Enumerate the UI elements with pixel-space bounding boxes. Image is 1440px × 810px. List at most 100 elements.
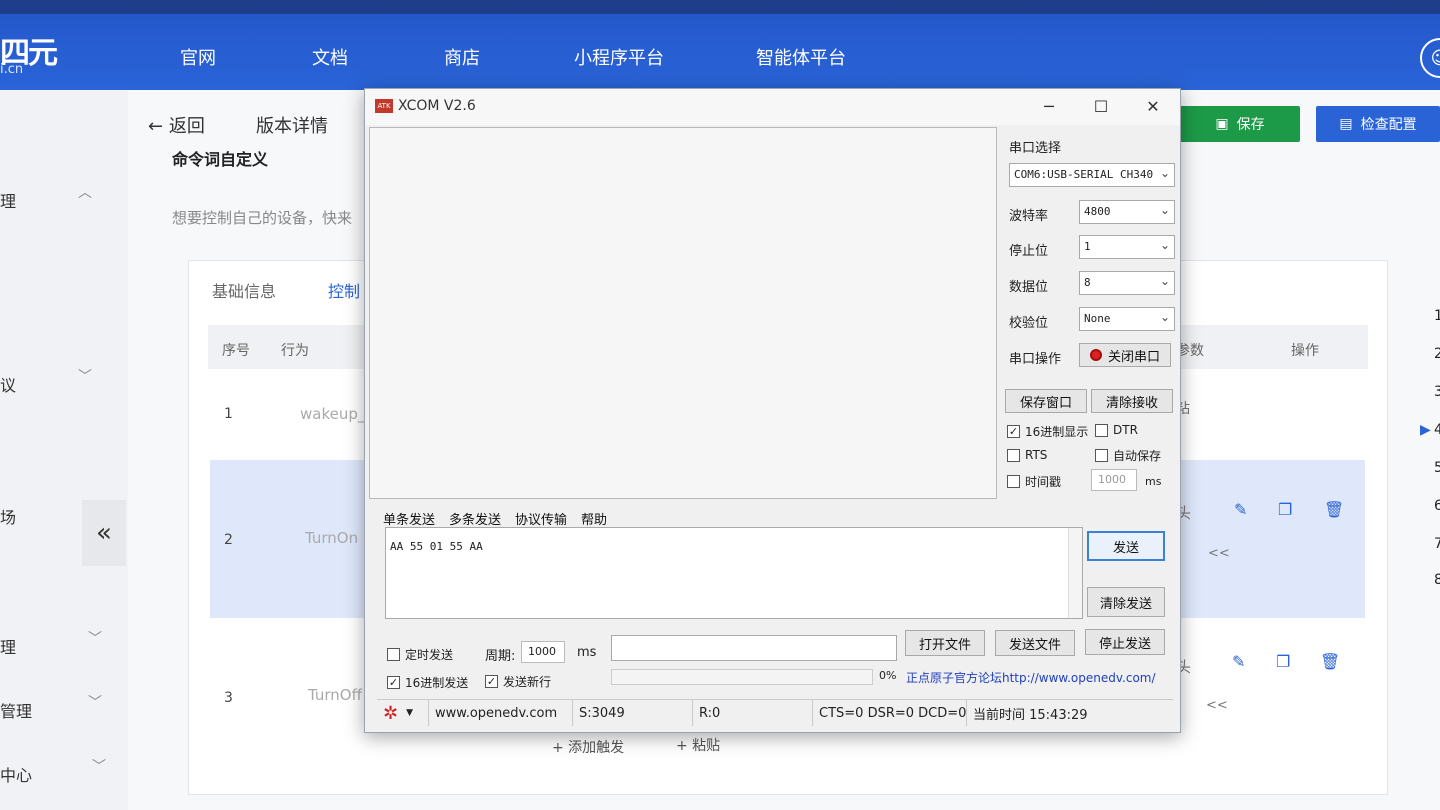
tab-control[interactable]: 控制: [328, 278, 360, 302]
tab-single-send[interactable]: 单条发送: [383, 509, 435, 529]
edit-icon[interactable]: ✎: [1232, 652, 1245, 671]
timestamp-checkbox[interactable]: 时间戳: [1007, 473, 1061, 490]
tab-protocol[interactable]: 协议传输: [515, 509, 567, 529]
index-num[interactable]: 3: [1434, 384, 1440, 400]
check-icon: ✓: [387, 676, 400, 689]
tab-multi-send[interactable]: 多条发送: [449, 509, 501, 529]
check-label: 检查配置: [1360, 117, 1417, 133]
index-num[interactable]: 5: [1434, 460, 1440, 476]
receive-area[interactable]: [369, 127, 997, 499]
clear-receive-button[interactable]: 清除接收: [1091, 389, 1173, 413]
maximize-icon[interactable]: ☐: [1083, 95, 1119, 119]
back-button[interactable]: ← 返回: [148, 112, 205, 138]
chevron-down-icon[interactable]: ﹀: [88, 692, 102, 712]
chevron-down-icon[interactable]: ﹀: [88, 628, 102, 648]
expand-toggle[interactable]: <<: [1208, 546, 1230, 561]
nav-store[interactable]: 商店: [444, 44, 480, 70]
parity-select[interactable]: None ⌄: [1079, 307, 1175, 331]
window-titlebar[interactable]: ATK XCOM V2.6 ─ ☐ ✕: [365, 89, 1180, 125]
sidebar-item-4[interactable]: 理: [0, 634, 16, 658]
index-num[interactable]: 8: [1434, 572, 1440, 588]
copy-icon[interactable]: ❐: [1276, 652, 1290, 671]
tab-basic-info[interactable]: 基础信息: [212, 278, 276, 302]
index-num[interactable]: 2: [1434, 346, 1440, 362]
add-trigger-link[interactable]: + 添加触发: [552, 737, 624, 757]
tab-help[interactable]: 帮助: [581, 509, 607, 529]
stop-bits-value: 1: [1084, 240, 1091, 253]
status-line-signals: CTS=0 DSR=0 DCD=0: [813, 700, 967, 726]
hex-send-checkbox[interactable]: ✓ 16进制发送: [387, 674, 468, 691]
stop-bits-label: 停止位: [1009, 244, 1049, 259]
nav-home[interactable]: 官网: [180, 44, 216, 70]
page-title: 版本详情: [256, 116, 328, 137]
sidebar-collapse-button[interactable]: «: [82, 500, 126, 566]
minimize-icon[interactable]: ─: [1031, 95, 1067, 119]
chevron-down-icon: ⌄: [1159, 310, 1170, 324]
row-number: 3: [224, 690, 233, 706]
period-input[interactable]: 1000: [521, 641, 565, 663]
behavior-field[interactable]: TurnOff: [308, 686, 362, 704]
sidebar-item-5[interactable]: 管理: [0, 698, 32, 722]
parity-label: 校验位: [1009, 316, 1049, 331]
sidebar-item-3[interactable]: 场: [0, 504, 16, 528]
save-window-button[interactable]: 保存窗口: [1005, 389, 1087, 413]
checkbox-box: [1007, 475, 1020, 488]
expand-toggle[interactable]: <<: [1206, 698, 1228, 713]
clear-send-button[interactable]: 清除发送: [1087, 587, 1165, 617]
chevron-down-icon: ⌄: [1159, 274, 1170, 288]
baud-select[interactable]: 4800 ⌄: [1079, 200, 1175, 224]
file-path-input[interactable]: [611, 635, 897, 661]
dropdown-arrow-icon: ▼: [406, 708, 414, 718]
check-config-button[interactable]: ▤ 检查配置: [1316, 106, 1440, 142]
hex-display-checkbox[interactable]: ✓ 16进制显示: [1007, 423, 1088, 440]
auto-save-checkbox[interactable]: 自动保存: [1095, 447, 1161, 464]
paste-link[interactable]: + 粘贴: [676, 735, 720, 755]
chevron-down-icon[interactable]: ﹀: [92, 756, 106, 776]
close-port-button[interactable]: 关闭串口: [1079, 343, 1171, 367]
close-icon[interactable]: ✕: [1135, 95, 1171, 119]
port-select[interactable]: COM6:USB-SERIAL CH340 ⌄: [1009, 163, 1175, 187]
sidebar-item-2[interactable]: 议: [0, 372, 16, 396]
forum-link[interactable]: 正点原子官方论坛http://www.openedv.com/: [906, 669, 1156, 686]
stop-send-button[interactable]: 停止发送: [1085, 629, 1165, 655]
send-textarea[interactable]: AA 55 01 55 AA: [385, 527, 1083, 619]
sidebar-item-6[interactable]: 中心: [0, 762, 32, 786]
nav-agent-platform[interactable]: 智能体平台: [756, 44, 846, 70]
send-button[interactable]: 发送: [1087, 531, 1165, 561]
index-num[interactable]: 7: [1434, 536, 1440, 552]
data-bits-select[interactable]: 8 ⌄: [1079, 271, 1175, 295]
check-icon: ✓: [1007, 425, 1020, 438]
save-button[interactable]: ▣ 保存: [1180, 106, 1300, 142]
timed-send-checkbox[interactable]: 定时发送: [387, 646, 453, 663]
nav-miniprogram[interactable]: 小程序平台: [574, 44, 664, 70]
behavior-field[interactable]: TurnOn: [305, 529, 358, 547]
parity-value: None: [1084, 312, 1111, 325]
index-num[interactable]: 1: [1434, 308, 1440, 324]
index-num[interactable]: 6: [1434, 498, 1440, 514]
rts-label: RTS: [1025, 448, 1048, 462]
delete-icon[interactable]: 🗑: [1324, 500, 1344, 519]
rts-checkbox[interactable]: RTS: [1007, 448, 1047, 462]
check-icon: ✓: [485, 675, 498, 688]
delete-icon[interactable]: 🗑: [1320, 652, 1340, 671]
send-file-button[interactable]: 发送文件: [995, 630, 1075, 656]
dtr-checkbox[interactable]: DTR: [1095, 423, 1138, 437]
index-num[interactable]: 4: [1434, 422, 1440, 438]
sidebar-item-1[interactable]: 理: [0, 188, 16, 212]
edit-icon[interactable]: ✎: [1234, 500, 1247, 519]
timestamp-input[interactable]: 1000: [1091, 469, 1137, 491]
scrollbar[interactable]: [1068, 528, 1082, 618]
status-url[interactable]: www.openedv.com: [429, 700, 573, 726]
send-newline-checkbox[interactable]: ✓ 发送新行: [485, 673, 551, 690]
stop-bits-select[interactable]: 1 ⌄: [1079, 235, 1175, 259]
chevron-up-icon[interactable]: ︿: [78, 182, 92, 202]
behavior-field[interactable]: wakeup_: [300, 405, 365, 423]
settings-button[interactable]: ✲ ▼: [377, 700, 429, 726]
open-file-button[interactable]: 打开文件: [905, 630, 985, 656]
copy-icon[interactable]: ❐: [1278, 500, 1292, 519]
chevron-down-icon[interactable]: ﹀: [78, 366, 92, 386]
data-bits-value: 8: [1084, 276, 1091, 289]
nav-docs[interactable]: 文档: [312, 44, 348, 70]
col-header-actions: 操作: [1291, 343, 1319, 359]
user-avatar-icon[interactable]: ☺: [1420, 38, 1440, 78]
